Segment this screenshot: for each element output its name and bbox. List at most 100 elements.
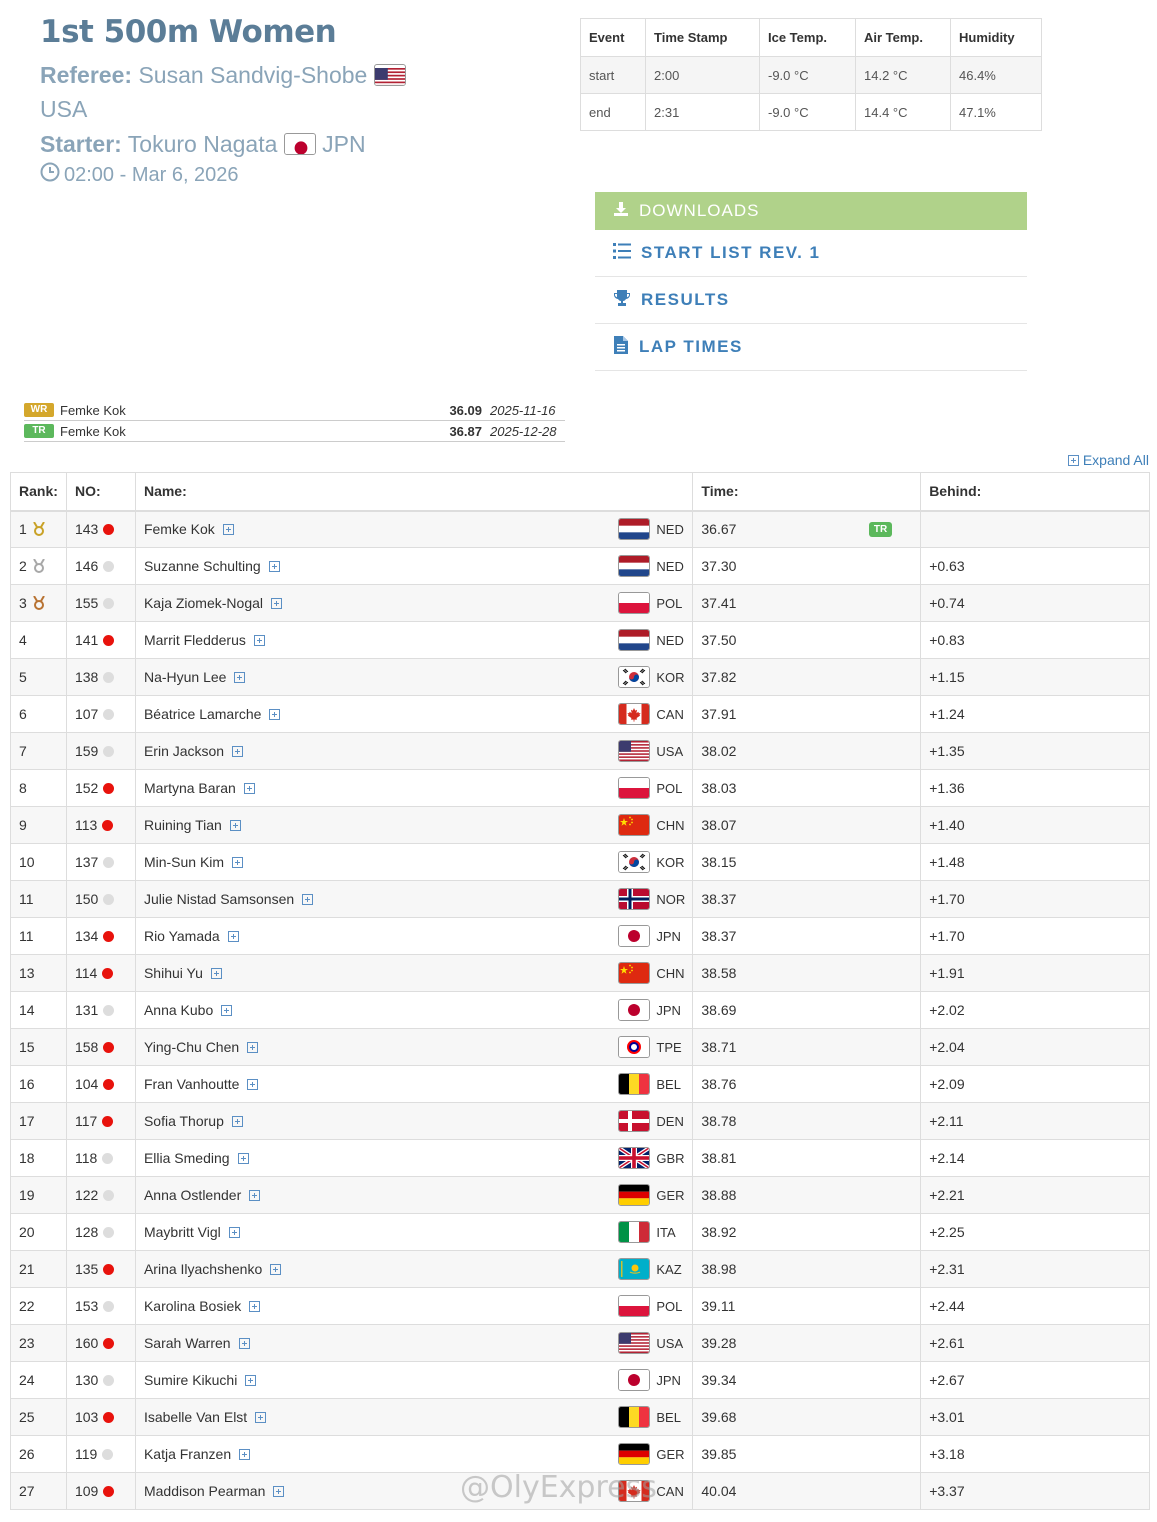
header-name[interactable]: Name: [134,472,694,512]
athlete-name[interactable]: Marrit Fledderus [144,632,246,648]
download-start-list-link[interactable]: START LIST REV. 1 [595,230,1027,277]
expand-row-icon[interactable] [227,930,239,942]
expand-row-icon[interactable] [228,1226,240,1238]
table-row[interactable]: 19 122 Anna Ostlender GER 38.88 +2.21 [10,1176,1150,1214]
expand-row-icon[interactable] [270,1263,282,1275]
athlete-name[interactable]: Béatrice Lamarche [144,706,262,722]
athlete-name[interactable]: Maddison Pearman [144,1483,265,1499]
athlete-name[interactable]: Ying-Chu Chen [144,1039,239,1055]
download-results-link[interactable]: RESULTS [595,277,1027,324]
table-row[interactable]: 11 150 Julie Nistad Samsonsen NOR 38.37 … [10,880,1150,918]
expand-row-icon[interactable] [249,1300,261,1312]
expand-row-icon[interactable] [232,856,244,868]
athlete-name[interactable]: Anna Kubo [144,1002,213,1018]
athlete-name[interactable]: Sumire Kikuchi [144,1372,237,1388]
expand-all-link[interactable]: Expand All [1067,452,1149,468]
athlete-name[interactable]: Sarah Warren [144,1335,231,1351]
country-code: GER [656,1187,685,1203]
time-cell: 38.03 [692,769,922,807]
table-row[interactable]: 14 131 Anna Kubo JPN 38.69 +2.02 [10,991,1150,1029]
expand-row-icon[interactable] [231,1115,243,1127]
table-row[interactable]: 4 141 Marrit Fledderus NED 37.50 +0.83 [10,621,1150,659]
athlete-name[interactable]: Erin Jackson [144,743,224,759]
country-code: JPN [656,1002,681,1018]
expand-row-icon[interactable] [221,1004,233,1016]
expand-row-icon[interactable] [245,1374,257,1386]
athlete-name[interactable]: Julie Nistad Samsonsen [144,891,294,907]
expand-row-icon[interactable] [271,597,283,609]
header-rank[interactable]: Rank: [10,472,67,512]
table-row[interactable]: 13 114 Shihui Yu CHN 38.58 +1.91 [10,954,1150,992]
table-row[interactable]: 15 158 Ying-Chu Chen TPE 38.71 +2.04 [10,1028,1150,1066]
starter-label: Starter: [40,131,122,157]
athlete-name[interactable]: Katja Franzen [144,1446,231,1462]
expand-row-icon[interactable] [234,671,246,683]
downloads-header: DOWNLOADS [595,192,1027,230]
table-row[interactable]: 7 159 Erin Jackson USA 38.02 +1.35 [10,732,1150,770]
table-row[interactable]: 25 103 Isabelle Van Elst BEL 39.68 +3.01 [10,1398,1150,1436]
expand-row-icon[interactable] [232,745,244,757]
table-row[interactable]: 5 138 Na-Hyun Lee KOR 37.82 +1.15 [10,658,1150,696]
red-dot-icon [103,930,115,942]
athlete-name[interactable]: Karolina Bosiek [144,1298,241,1314]
expand-row-icon[interactable] [238,1337,250,1349]
athlete-name[interactable]: Martyna Baran [144,780,236,796]
athlete-name[interactable]: Ruining Tian [144,817,222,833]
header-behind[interactable]: Behind: [920,472,1150,512]
table-row[interactable]: 9 113 Ruining Tian CHN 38.07 +1.40 [10,806,1150,844]
header-time[interactable]: Time: [692,472,922,512]
expand-row-icon[interactable] [210,967,222,979]
athlete-name[interactable]: Ellia Smeding [144,1150,230,1166]
table-row[interactable]: 8 152 Martyna Baran POL 38.03 +1.36 [10,769,1150,807]
table-row[interactable]: 16 104 Fran Vanhoutte BEL 38.76 +2.09 [10,1065,1150,1103]
table-row[interactable]: 24 130 Sumire Kikuchi JPN 39.34 +2.67 [10,1361,1150,1399]
athlete-name[interactable]: Anna Ostlender [144,1187,241,1203]
expand-row-icon[interactable] [273,1485,285,1497]
athlete-name[interactable]: Na-Hyun Lee [144,669,227,685]
table-row[interactable]: 21 135 Arina Ilyachshenko KAZ 38.98 +2.3… [10,1250,1150,1288]
expand-row-icon[interactable] [249,1189,261,1201]
table-row[interactable]: 18 118 Ellia Smeding GBR 38.81 +2.14 [10,1139,1150,1177]
table-row[interactable]: 26 119 Katja Franzen GER 39.85 +3.18 [10,1435,1150,1473]
table-row[interactable]: 22 153 Karolina Bosiek POL 39.11 +2.44 [10,1287,1150,1325]
table-row[interactable]: 23 160 Sarah Warren USA 39.28 +2.61 [10,1324,1150,1362]
athlete-name[interactable]: Suzanne Schulting [144,558,261,574]
expand-row-icon[interactable] [255,1411,267,1423]
expand-row-icon[interactable] [247,1041,259,1053]
number-cell: 118 [65,1139,136,1177]
table-row[interactable]: 3 155 Kaja Ziomek-Nogal POL 37.41 +0.74 [10,584,1150,622]
athlete-name[interactable]: Kaja Ziomek-Nogal [144,595,263,611]
expand-row-icon[interactable] [247,1078,259,1090]
table-row[interactable]: 1 143 Femke Kok NED 36.67 TR [10,510,1150,548]
expand-row-icon[interactable] [302,893,314,905]
expand-row-icon[interactable] [222,523,234,535]
athlete-name[interactable]: Rio Yamada [144,928,220,944]
conditions-cell: 2:31 [645,93,760,131]
athlete-name[interactable]: Sofia Thorup [144,1113,224,1129]
table-row[interactable]: 6 107 Béatrice Lamarche CAN 37.91 +1.24 [10,695,1150,733]
expand-row-icon[interactable] [253,634,265,646]
athlete-name[interactable]: Fran Vanhoutte [144,1076,239,1092]
table-row[interactable]: 2 146 Suzanne Schulting NED 37.30 +0.63 [10,547,1150,585]
header-no[interactable]: NO: [65,472,136,512]
athlete-name[interactable]: Isabelle Van Elst [144,1409,247,1425]
expand-row-icon[interactable] [237,1152,249,1164]
table-row[interactable]: 11 134 Rio Yamada JPN 38.37 +1.70 [10,917,1150,955]
athlete-name[interactable]: Min-Sun Kim [144,854,224,870]
expand-row-icon[interactable] [239,1448,251,1460]
athlete-name[interactable]: Shihui Yu [144,965,203,981]
athlete-name[interactable]: Maybritt Vigl [144,1224,221,1240]
table-row[interactable]: 17 117 Sofia Thorup DEN 38.78 +2.11 [10,1102,1150,1140]
table-row[interactable]: 10 137 Min-Sun Kim KOR 38.15 +1.48 [10,843,1150,881]
expand-row-icon[interactable] [268,560,280,572]
white-dot-icon [103,745,115,757]
number-cell: 150 [65,880,136,918]
athlete-name[interactable]: Femke Kok [144,521,215,537]
trophy-icon [613,289,631,312]
expand-row-icon[interactable] [229,819,241,831]
athlete-name[interactable]: Arina Ilyachshenko [144,1261,262,1277]
expand-row-icon[interactable] [269,708,281,720]
download-lap-times-link[interactable]: LAP TIMES [595,324,1027,371]
expand-row-icon[interactable] [243,782,255,794]
table-row[interactable]: 20 128 Maybritt Vigl ITA 38.92 +2.25 [10,1213,1150,1251]
